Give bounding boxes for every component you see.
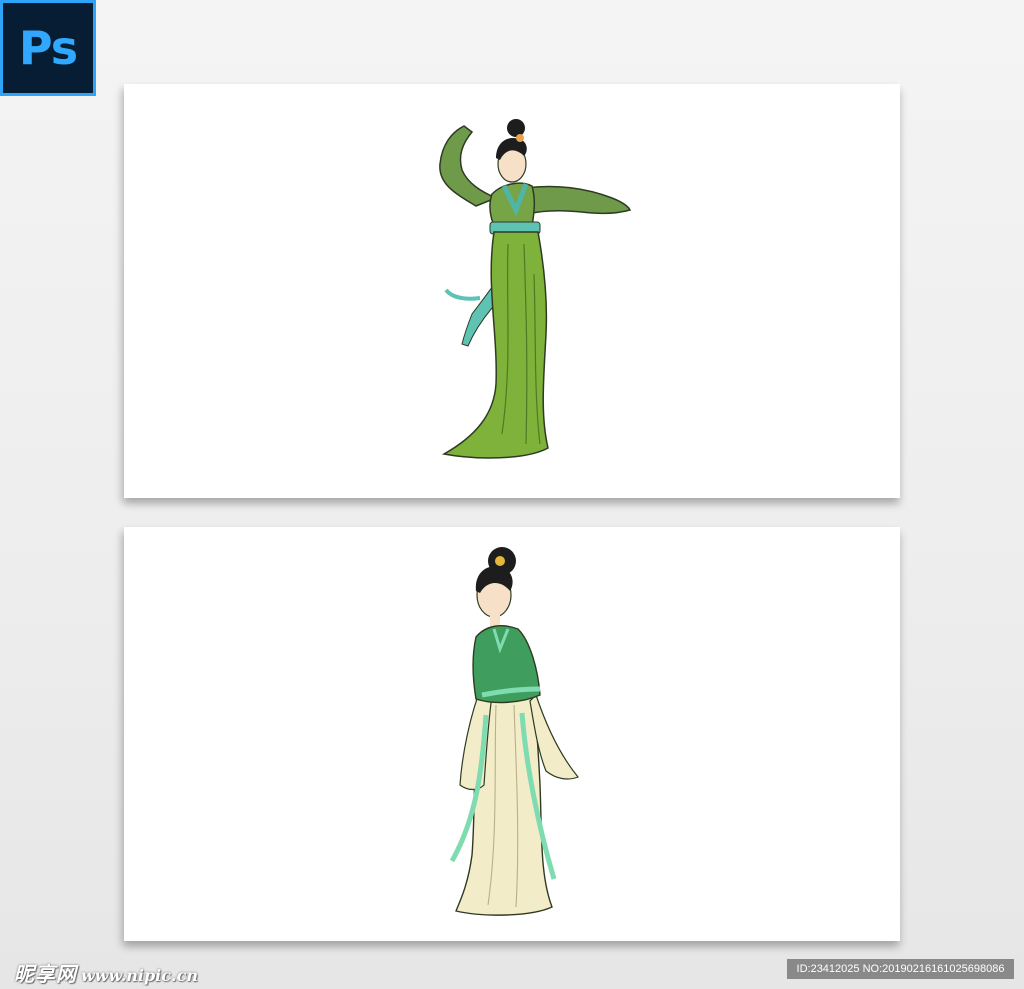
preview-card-bottom — [124, 527, 900, 941]
watermark-url: www.nipic.cn — [81, 966, 198, 985]
watermark-brand: 昵享网 — [14, 962, 77, 986]
standing-lady-cream-dress-icon — [449, 547, 579, 916]
preview-card-top — [124, 84, 900, 498]
nipic-watermark: 昵享网 www.nipic.cn — [14, 958, 198, 987]
photoshop-logo-icon: Ps — [0, 0, 96, 96]
image-id-bar: ID:23412025 NO:20190216161025698086 — [787, 959, 1014, 979]
dancing-lady-green-robe-icon — [439, 119, 632, 459]
logo-text: Ps — [18, 21, 78, 75]
